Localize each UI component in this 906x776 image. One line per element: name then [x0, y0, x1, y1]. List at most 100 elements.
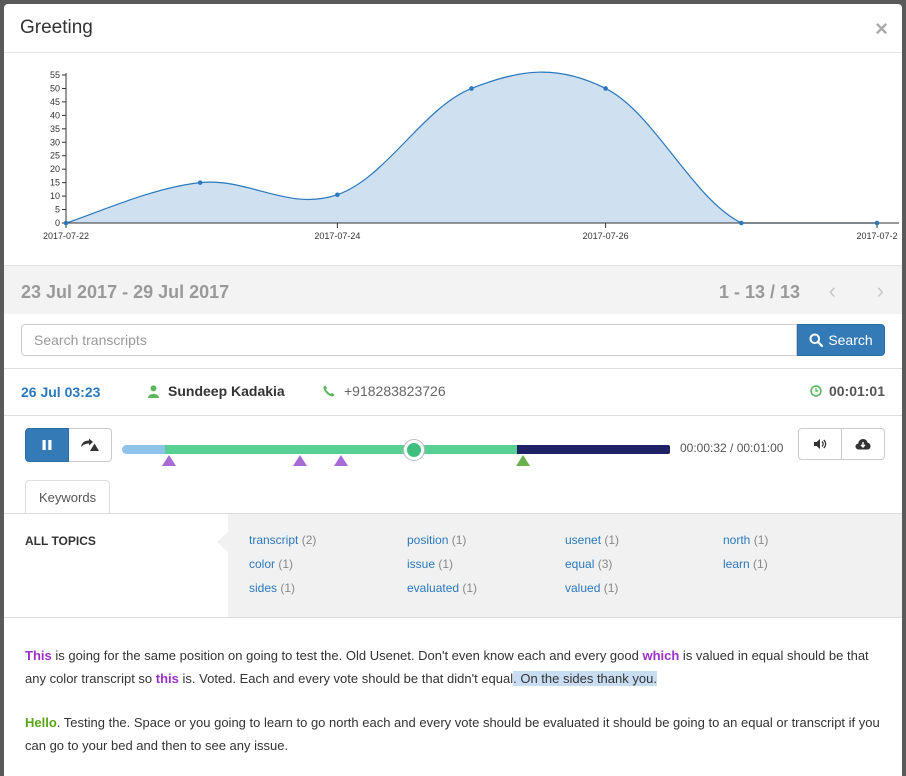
volume-button[interactable]: [798, 428, 842, 460]
transcript-text-run: is going for the same position on going …: [51, 648, 643, 663]
keyword-count: (1): [278, 557, 294, 571]
keyword-north[interactable]: north (1): [723, 533, 768, 547]
chart-data-point: [63, 220, 69, 226]
keyword-count: (1): [438, 557, 454, 571]
search-button[interactable]: Search: [797, 324, 885, 356]
keyword-count: (1): [753, 533, 769, 547]
keyword-label: equal: [565, 557, 595, 571]
audio-tools: [798, 428, 885, 460]
chart-data-point: [603, 86, 608, 91]
keyword-count: (1): [462, 581, 478, 595]
phone-icon: [323, 385, 335, 397]
keyword-count: (1): [451, 533, 467, 547]
call-user: Sundeep Kadakia: [148, 383, 285, 399]
keyword-label: evaluated: [407, 581, 460, 595]
keyword-label: usenet: [565, 533, 602, 547]
audio-progress-track[interactable]: [122, 440, 670, 466]
all-topics-item[interactable]: ALL TOPICS: [4, 514, 228, 617]
close-icon[interactable]: ×: [875, 16, 888, 42]
speaker-marker[interactable]: [162, 455, 176, 466]
keyword-label: sides: [249, 581, 278, 595]
speaker-word[interactable]: which: [642, 648, 679, 663]
chart-data-point: [469, 86, 474, 91]
y-tick-label: 50: [50, 83, 60, 93]
x-tick-label: 2017-07-22: [43, 231, 89, 241]
transcript-paragraph: Hello. Testing the. Space or you going t…: [25, 711, 885, 757]
x-tick-label: 2017-07-2: [856, 231, 897, 241]
chart-data-point: [335, 192, 340, 198]
clock-icon: [810, 385, 822, 397]
topics-panel: ALL TOPICS transcript (2) position (1) use…: [4, 513, 902, 618]
download-button[interactable]: [842, 428, 885, 460]
call-info-row: 26 Jul 03:23 Sundeep Kadakia +9182838237…: [4, 368, 902, 416]
modal-header: Greeting ×: [4, 4, 902, 53]
speaker-marker[interactable]: [334, 455, 348, 466]
search-icon: [809, 333, 824, 347]
keyword-sides[interactable]: sides (1): [249, 581, 295, 595]
highlighted-text: . On the sides thank you.: [513, 671, 657, 686]
keyword-label: position: [407, 533, 449, 547]
speaker-word[interactable]: Hello: [25, 715, 57, 730]
y-tick-label: 0: [55, 218, 60, 228]
keyword-learn[interactable]: learn (1): [723, 557, 768, 571]
keyword-label: learn: [723, 557, 750, 571]
call-phone-number: +918283823726: [344, 383, 446, 399]
progress-segment-played: [165, 445, 517, 454]
keyword-usenet[interactable]: usenet (1): [565, 533, 619, 547]
y-tick-label: 10: [50, 191, 60, 201]
keyword-label: transcript: [249, 533, 299, 547]
keyword-equal[interactable]: equal (3): [565, 557, 612, 571]
y-tick-label: 15: [50, 178, 60, 188]
progress-segment-remaining: [517, 445, 670, 454]
tab-keywords[interactable]: Keywords: [25, 480, 111, 515]
keyword-evaluated[interactable]: evaluated (1): [407, 581, 477, 595]
call-duration: 00:01:01: [810, 383, 885, 399]
keyword-count: (3): [597, 557, 613, 571]
call-user-name: Sundeep Kadakia: [168, 383, 285, 399]
keyword-count: (1): [280, 581, 296, 595]
speaker-word[interactable]: this: [156, 671, 179, 686]
date-range: 23 Jul 2017 - 29 Jul 2017: [21, 282, 230, 302]
transcript-paragraph: This is going for the same position on g…: [25, 644, 885, 690]
pagination-label: 1 - 13 / 13: [718, 282, 800, 302]
y-tick-label: 35: [50, 124, 60, 134]
keyword-color[interactable]: color (1): [249, 557, 293, 571]
search-input[interactable]: [21, 324, 797, 356]
call-volume-chart: 0 5 10 15 20 25 30 35 40 45 50 55 2017-07-22 2017-07-…: [43, 70, 899, 241]
keyword-position[interactable]: position (1): [407, 533, 466, 547]
call-date[interactable]: 26 Jul 03:23: [21, 384, 100, 400]
keyword-count: (2): [301, 533, 317, 547]
speaker-marker[interactable]: [516, 455, 530, 466]
pause-button[interactable]: [25, 428, 69, 462]
speaker-word[interactable]: This: [25, 648, 52, 663]
tab-bar: Keywords: [4, 480, 902, 515]
date-range-bar: 23 Jul 2017 - 29 Jul 2017 1 - 13 / 13 ‹ …: [4, 265, 902, 314]
next-page-icon[interactable]: ›: [877, 278, 884, 304]
y-tick-label: 55: [50, 70, 60, 80]
keyword-valued[interactable]: valued (1): [565, 581, 618, 595]
chart-data-point: [874, 220, 880, 226]
chart-data-point: [739, 220, 744, 226]
call-duration-value: 00:01:01: [828, 383, 885, 399]
chart-area-fill: [66, 72, 877, 223]
keyword-label: valued: [565, 581, 601, 595]
prev-page-icon[interactable]: ‹: [829, 278, 836, 304]
share-button[interactable]: [69, 428, 112, 462]
keyword-grid: transcript (2) position (1) usenet (1) nort…: [228, 514, 902, 617]
keyword-count: (1): [753, 557, 768, 571]
y-tick-label: 45: [50, 97, 60, 107]
transcript-text-run: is. Voted. Each and every vote should be…: [178, 671, 514, 686]
y-tick-label: 5: [55, 205, 60, 215]
progress-segment-lead: [122, 445, 165, 454]
speaker-marker[interactable]: [293, 455, 307, 466]
pause-icon: [42, 440, 52, 450]
playback-time: 00:00:32 / 00:01:00: [680, 441, 784, 455]
share-icon: [81, 438, 99, 451]
y-tick-label: 25: [50, 151, 60, 161]
keyword-transcript[interactable]: transcript (2): [249, 533, 316, 547]
keyword-count: (1): [603, 581, 619, 595]
progress-knob[interactable]: [404, 440, 424, 460]
x-tick-label: 2017-07-24: [314, 231, 360, 241]
keyword-issue[interactable]: issue (1): [407, 557, 453, 571]
transcript-text: This is going for the same position on g…: [25, 644, 885, 776]
